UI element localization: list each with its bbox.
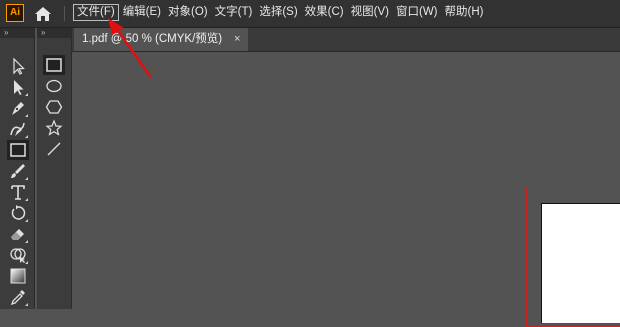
menu-object[interactable]: 对象(O) bbox=[165, 4, 211, 21]
polygon-tool[interactable] bbox=[43, 97, 65, 117]
illustrator-logo: Ai bbox=[6, 4, 24, 22]
gradient-icon bbox=[10, 268, 26, 284]
shape-panel-collapse[interactable]: » bbox=[37, 28, 71, 38]
menu-window[interactable]: 窗口(W) bbox=[393, 4, 441, 21]
annotation-arrow-icon bbox=[108, 18, 152, 78]
ellipse-tool[interactable] bbox=[43, 76, 65, 96]
eyedropper-tool[interactable] bbox=[7, 287, 29, 307]
tool-flyout-indicator bbox=[25, 303, 28, 306]
polygon-icon bbox=[45, 100, 63, 114]
tool-flyout-indicator bbox=[25, 240, 28, 243]
selection-tool[interactable] bbox=[7, 56, 29, 76]
tool-flyout-indicator bbox=[25, 114, 28, 117]
document-tab[interactable]: 1.pdf @ 50 % (CMYK/预览) × bbox=[74, 28, 248, 51]
tool-flyout-indicator bbox=[25, 219, 28, 222]
rotate-tool[interactable] bbox=[7, 203, 29, 223]
menu-select[interactable]: 选择(S) bbox=[256, 4, 300, 21]
rectangle-icon bbox=[10, 143, 26, 157]
menu-help[interactable]: 帮助(H) bbox=[442, 4, 487, 21]
rectangle-icon bbox=[46, 58, 62, 72]
tools-panel: » bbox=[0, 28, 35, 309]
flyout-rectangle-tool[interactable] bbox=[43, 55, 65, 75]
tool-flyout-indicator bbox=[25, 93, 28, 96]
type-tool[interactable] bbox=[7, 182, 29, 202]
shape-builder-tool[interactable] bbox=[7, 245, 29, 265]
line-segment-tool[interactable] bbox=[43, 139, 65, 159]
tool-flyout-indicator bbox=[25, 177, 28, 180]
ellipse-icon bbox=[46, 79, 62, 93]
tools-panel-collapse[interactable]: » bbox=[0, 28, 34, 38]
menu-divider bbox=[64, 6, 65, 21]
gradient-tool[interactable] bbox=[7, 266, 29, 286]
shape-tools-panel: » bbox=[37, 28, 72, 309]
close-tab-button[interactable]: × bbox=[234, 28, 240, 51]
tool-flyout-indicator bbox=[25, 198, 28, 201]
line-segment-icon bbox=[47, 142, 61, 156]
menu-type[interactable]: 文字(T) bbox=[212, 4, 256, 21]
curvature-tool[interactable] bbox=[7, 119, 29, 139]
direct-selection-tool[interactable] bbox=[7, 77, 29, 97]
home-button[interactable] bbox=[33, 4, 53, 24]
tool-flyout-indicator bbox=[25, 135, 28, 138]
eraser-tool[interactable] bbox=[7, 224, 29, 244]
menu-bar: Ai 文件(F) 编辑(E) 对象(O) 文字(T) 选择(S) 效果(C) 视… bbox=[0, 0, 620, 28]
selection-arrow-icon bbox=[13, 57, 25, 75]
paintbrush-tool[interactable] bbox=[7, 161, 29, 181]
tool-flyout-indicator bbox=[25, 261, 28, 264]
menu-view[interactable]: 视图(V) bbox=[348, 4, 392, 21]
artboard[interactable] bbox=[541, 203, 620, 323]
pen-tool[interactable] bbox=[7, 98, 29, 118]
star-tool[interactable] bbox=[43, 118, 65, 138]
rectangle-tool[interactable] bbox=[7, 140, 29, 160]
star-icon bbox=[45, 119, 63, 136]
menu-effect[interactable]: 效果(C) bbox=[302, 4, 347, 21]
home-icon bbox=[35, 7, 51, 21]
